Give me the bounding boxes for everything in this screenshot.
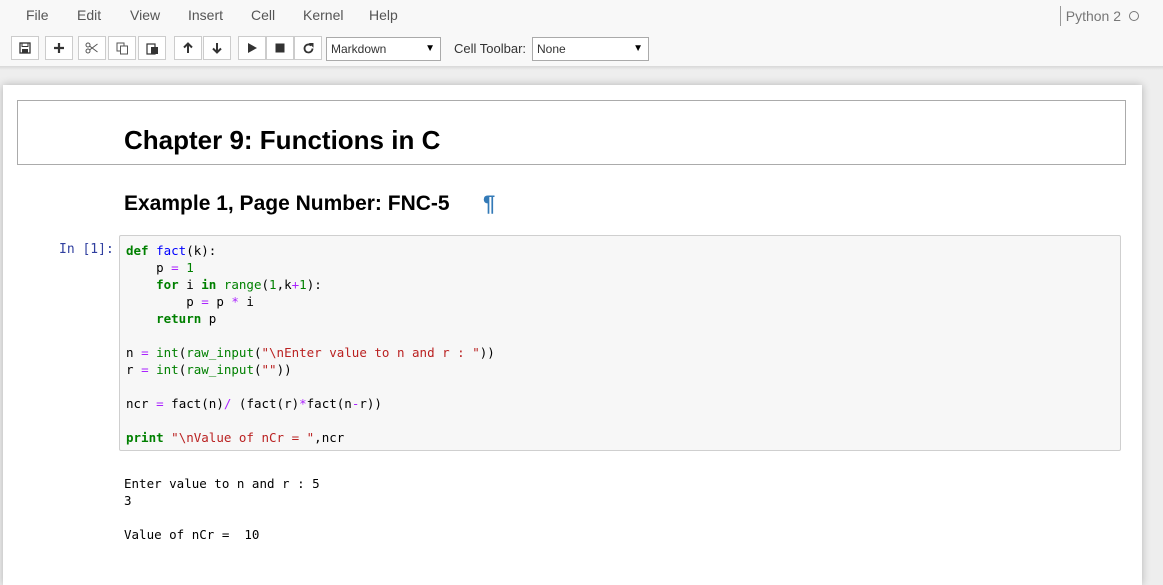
copy-button[interactable]	[108, 36, 136, 60]
insert-cell-button[interactable]	[45, 36, 73, 60]
output-line: Enter value to n and r : 5	[124, 476, 320, 491]
run-button[interactable]	[238, 36, 266, 60]
arrow-up-icon	[183, 42, 193, 53]
header-shadow	[0, 66, 1163, 70]
paste-button[interactable]	[138, 36, 166, 60]
output-line: 3	[124, 493, 132, 508]
code-line: r = int(raw_input(""))	[126, 362, 292, 377]
stop-icon	[275, 43, 285, 53]
menu-help[interactable]: Help	[369, 7, 398, 23]
cell-type-value: Markdown	[331, 42, 387, 56]
page-title: Chapter 9: Functions in C	[124, 125, 441, 155]
cell-toolbar-label: Cell Toolbar:	[454, 41, 527, 56]
notebook-page: Chapter 9: Functions in C Example 1, Pag…	[3, 85, 1142, 585]
run-icon	[248, 43, 257, 53]
paste-icon	[145, 42, 158, 55]
menu-edit[interactable]: Edit	[77, 7, 101, 23]
restart-kernel-button[interactable]	[294, 36, 322, 60]
cell-type-select[interactable]: Markdown ▼	[326, 37, 441, 61]
menubar: File Edit View Insert Cell Kernel Help P…	[0, 0, 1163, 33]
code-line: def fact(k):	[126, 243, 217, 258]
code-line: n = int(raw_input("\nEnter value to n an…	[126, 345, 495, 360]
code-cell-input[interactable]: def fact(k): p = 1 for i in range(1,k+1)…	[119, 235, 1121, 451]
code-line: ncr = fact(n)/ (fact(r)*fact(n-r))	[126, 396, 382, 411]
code-line: return p	[156, 311, 217, 326]
menu-file[interactable]: File	[26, 7, 49, 23]
cut-icon	[85, 42, 98, 54]
save-button[interactable]	[11, 36, 39, 60]
toolbar: Markdown ▼ Cell Toolbar: None ▼	[0, 32, 1163, 66]
cell-toolbar-select[interactable]: None ▼	[532, 37, 649, 61]
chevron-down-icon: ▼	[633, 43, 643, 54]
code-line: p = 1	[126, 260, 194, 275]
kernel-status-icon	[1129, 11, 1139, 22]
menu-view[interactable]: View	[130, 7, 160, 23]
arrow-down-icon	[212, 43, 222, 54]
copy-icon	[116, 42, 128, 54]
cut-button[interactable]	[78, 36, 106, 60]
interrupt-button[interactable]	[266, 36, 294, 60]
move-up-button[interactable]	[174, 36, 202, 60]
kernel-name: Python 2	[1065, 8, 1121, 24]
section-heading: Example 1, Page Number: FNC-5	[124, 192, 450, 215]
save-icon	[19, 42, 31, 54]
anchor-link-icon[interactable]: ¶	[483, 191, 495, 217]
restart-icon	[303, 42, 313, 53]
kernel-indicator: Python 2	[1059, 6, 1139, 26]
chevron-down-icon: ▼	[425, 43, 435, 54]
plus-icon	[54, 43, 64, 53]
menu-kernel[interactable]: Kernel	[303, 7, 343, 23]
code-line: for i in range(1,k+1):	[156, 277, 322, 292]
code-line: print "\nValue of nCr = ",ncr	[126, 430, 345, 445]
menu-cell[interactable]: Cell	[251, 7, 275, 23]
code-line: p = p * i	[126, 294, 254, 309]
input-prompt: In [1]:	[59, 242, 114, 257]
cell-toolbar-value: None	[537, 42, 566, 56]
move-down-button[interactable]	[203, 36, 231, 60]
menu-insert[interactable]: Insert	[188, 7, 223, 23]
output-line: Value of nCr = 10	[124, 527, 260, 542]
